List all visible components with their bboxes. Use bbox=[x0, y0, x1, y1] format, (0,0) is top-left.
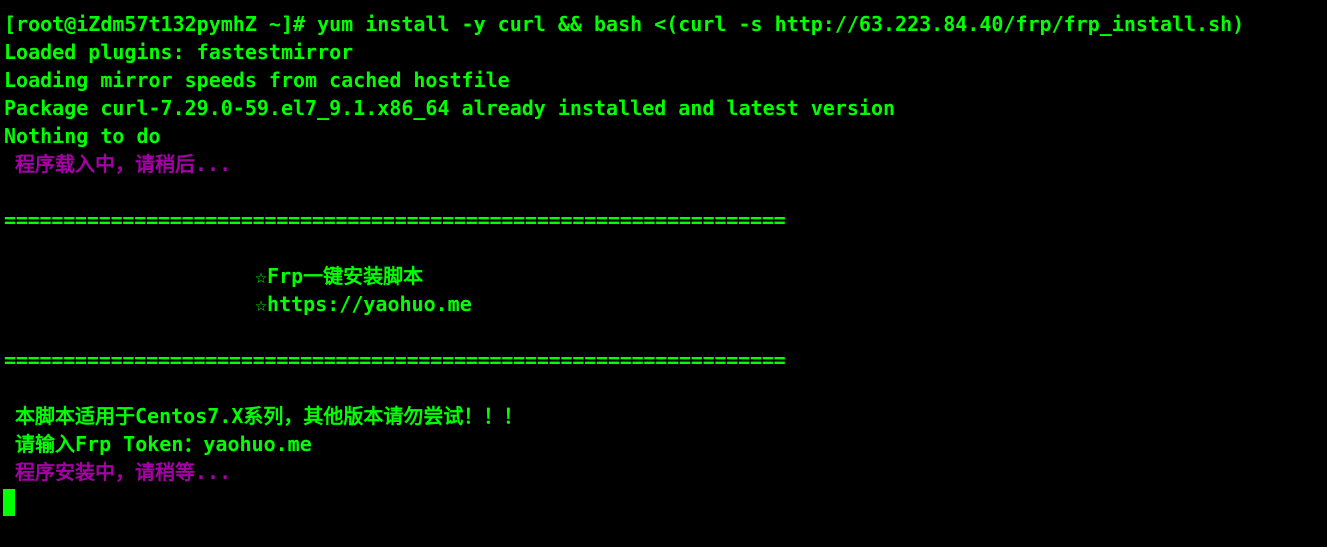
terminal-cursor[interactable] bbox=[3, 489, 15, 516]
output-nothing-to-do: Nothing to do bbox=[4, 124, 161, 148]
banner-url: ☆https://yaohuo.me bbox=[255, 292, 472, 316]
separator-bottom: ========================================… bbox=[4, 348, 786, 372]
output-loaded-plugins: Loaded plugins: fastestmirror bbox=[4, 40, 354, 64]
output-loading-mirror: Loading mirror speeds from cached hostfi… bbox=[4, 68, 510, 92]
terminal-window[interactable]: [root@iZdm57t132pymhZ ~]# yum install -y… bbox=[0, 0, 1327, 547]
separator-top: ========================================… bbox=[4, 208, 786, 232]
output-installing: 程序安装中，请稍等... bbox=[15, 460, 232, 484]
command-prompt-line: [root@iZdm57t132pymhZ ~]# yum install -y… bbox=[4, 12, 1245, 36]
banner-title: ☆Frp一键安装脚本 bbox=[255, 264, 424, 288]
output-compat-notice: 本脚本适用于Centos7.X系列，其他版本请勿尝试！！！ bbox=[15, 404, 524, 428]
output-token-prompt: 请输入Frp Token：yaohuo.me bbox=[15, 432, 312, 456]
output-package-status: Package curl-7.29.0-59.el7_9.1.x86_64 al… bbox=[4, 96, 896, 120]
output-loading-program: 程序载入中，请稍后... bbox=[15, 152, 232, 176]
